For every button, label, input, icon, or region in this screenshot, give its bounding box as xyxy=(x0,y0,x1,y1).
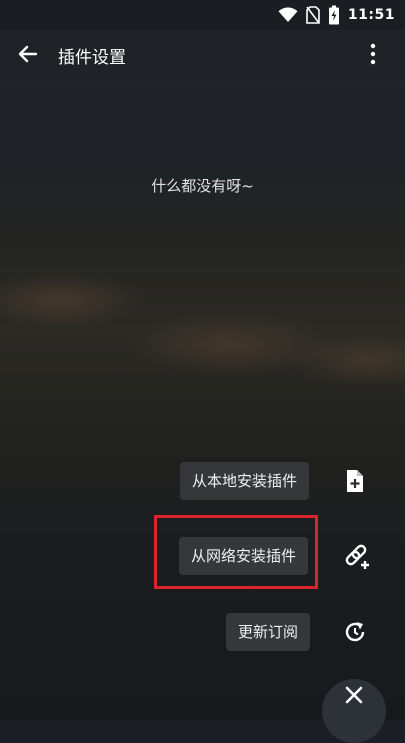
close-icon xyxy=(345,686,363,704)
background xyxy=(0,0,405,720)
more-options-button[interactable] xyxy=(361,40,385,68)
install-local-plugin-label[interactable]: 从本地安装插件 xyxy=(180,462,310,500)
refresh-icon xyxy=(345,622,365,642)
app-bar: 插件设置 xyxy=(0,30,405,78)
install-local-plugin-button[interactable] xyxy=(335,461,375,501)
clock: 11:51 xyxy=(347,7,395,23)
close-menu-fab[interactable] xyxy=(322,679,386,743)
more-vert-icon xyxy=(370,43,376,65)
add-file-icon xyxy=(347,470,363,492)
update-subscription-label[interactable]: 更新订阅 xyxy=(226,613,311,651)
back-button[interactable] xyxy=(14,40,42,68)
install-network-plugin-button[interactable] xyxy=(337,537,377,577)
arrow-back-icon xyxy=(18,45,38,63)
add-link-icon xyxy=(345,544,369,569)
update-subscription-button[interactable] xyxy=(335,612,375,652)
no-sim-icon xyxy=(306,6,320,24)
empty-state-message: 什么都没有呀~ xyxy=(151,177,254,195)
status-bar: 11:51 xyxy=(0,0,405,30)
install-network-plugin-label[interactable]: 从网络安装插件 xyxy=(179,537,309,575)
page-title: 插件设置 xyxy=(58,48,126,68)
battery-charging-icon xyxy=(328,5,339,25)
wifi-icon xyxy=(278,7,298,22)
